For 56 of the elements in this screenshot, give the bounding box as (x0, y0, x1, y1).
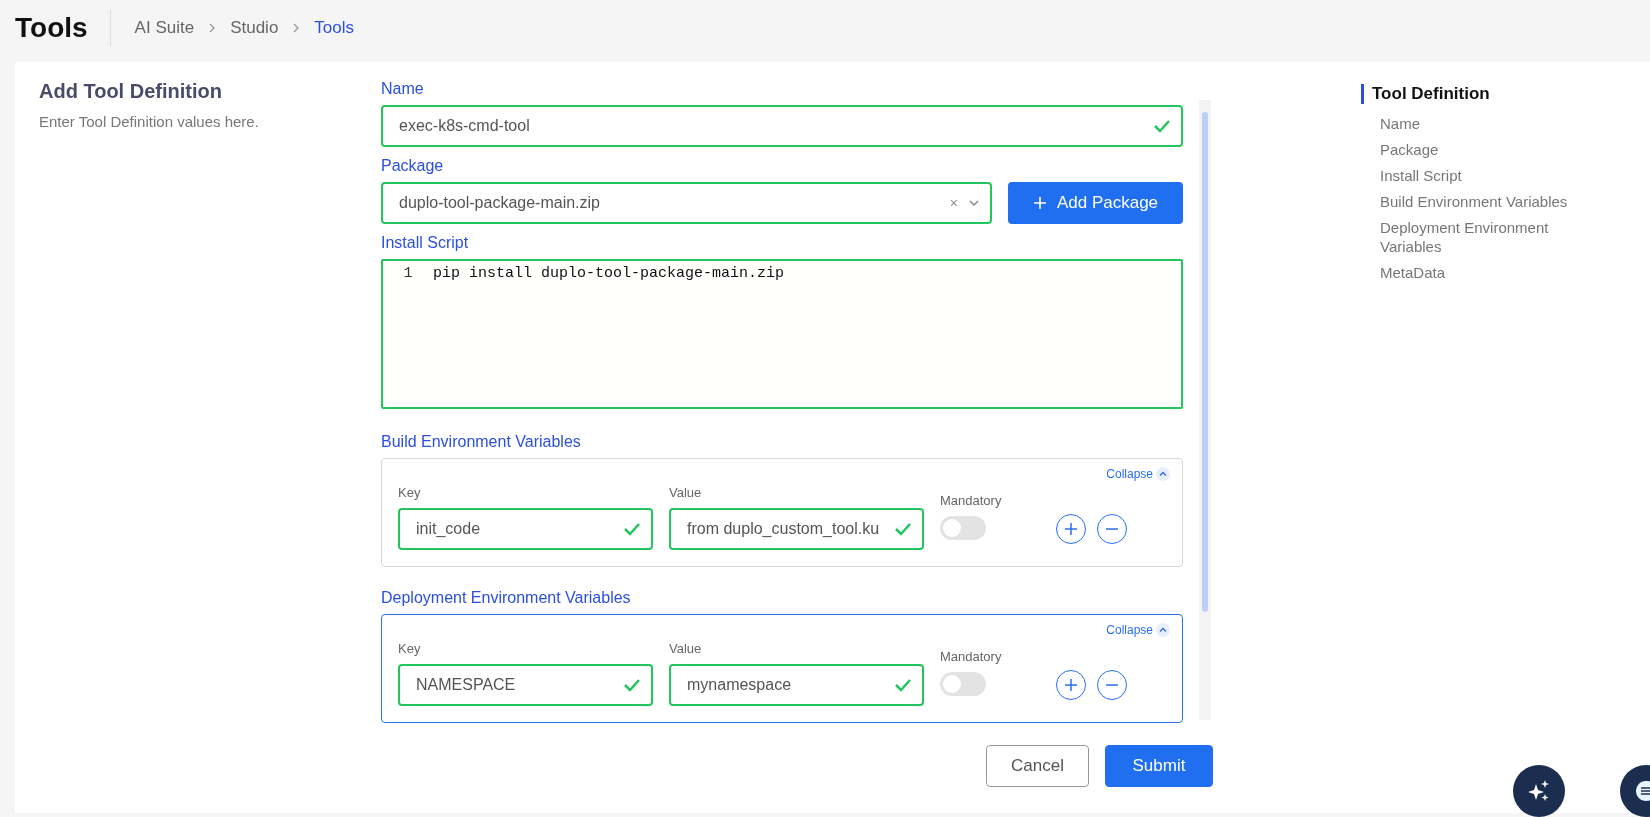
value-input-field[interactable]: from duplo_custom_tool.ku (669, 508, 924, 550)
chevron-right-icon (208, 22, 217, 34)
nav-link[interactable]: Deployment Environment Variables (1361, 218, 1581, 256)
scrollbar[interactable] (1199, 100, 1211, 720)
plus-icon (1032, 196, 1047, 210)
code-editor[interactable]: 1 pip install duplo-tool-package-main.zip (381, 259, 1183, 409)
mandatory-toggle[interactable] (940, 672, 986, 696)
submit-button[interactable]: Submit (1105, 745, 1213, 787)
chevron-up-icon (1156, 467, 1170, 481)
remove-row-button[interactable] (1097, 670, 1127, 700)
page-title: Tools (15, 10, 111, 46)
field-label: Build Environment Variables (381, 433, 582, 451)
minus-icon (1105, 528, 1119, 530)
field-label: Package (381, 157, 445, 175)
field-label: Mandatory (940, 649, 1003, 664)
minus-icon (1105, 684, 1119, 686)
line-number: 1 (402, 265, 414, 282)
chevron-down-icon (968, 199, 980, 207)
chevron-right-icon (292, 22, 301, 34)
field-label: Name (381, 80, 425, 98)
field-label: Value (669, 485, 703, 500)
field-label: Key (398, 485, 422, 500)
add-row-button[interactable] (1056, 514, 1086, 544)
breadcrumb-link[interactable]: Studio (230, 18, 279, 38)
field-label: Key (398, 641, 422, 656)
code-line: pip install duplo-tool-package-main.zip (433, 265, 786, 282)
breadcrumb-link[interactable]: Tools (314, 18, 355, 38)
remove-row-button[interactable] (1097, 514, 1127, 544)
nav-link[interactable]: MetaData (1361, 263, 1581, 282)
collapse-button[interactable]: Collapse (1106, 467, 1170, 481)
field-label: Value (669, 641, 703, 656)
name-input-field[interactable]: exec-k8s-cmd-tool (381, 105, 1183, 147)
breadcrumb-link[interactable]: AI Suite (134, 18, 195, 38)
nav-link[interactable]: Package (1361, 140, 1581, 159)
key-input-field[interactable]: NAMESPACE (398, 664, 653, 706)
key-input-field[interactable]: init_code (398, 508, 653, 550)
nav-title: Tool Definition (1361, 84, 1621, 104)
plus-icon (1064, 522, 1078, 536)
add-package-button[interactable]: Add Package (1008, 182, 1183, 224)
plus-icon (1064, 678, 1078, 692)
field-label: Install Script (381, 234, 470, 252)
clear-icon[interactable]: × (949, 195, 958, 211)
cancel-button[interactable]: Cancel (986, 745, 1089, 787)
field-label: Mandatory (940, 493, 1003, 508)
mandatory-toggle[interactable] (940, 516, 986, 540)
section-title: Add Tool Definition (39, 80, 223, 103)
section-description: Enter Tool Definition values here. (39, 112, 260, 132)
value-input-field[interactable]: mynamespace (669, 664, 924, 706)
add-row-button[interactable] (1056, 670, 1086, 700)
package-select[interactable]: duplo-tool-package-main.zip × (381, 182, 992, 224)
nav-link[interactable]: Install Script (1361, 166, 1581, 185)
collapse-button[interactable]: Collapse (1106, 623, 1170, 637)
nav-link[interactable]: Build Environment Variables (1361, 192, 1581, 211)
chevron-up-icon (1156, 623, 1170, 637)
nav-link[interactable]: Name (1361, 114, 1581, 133)
field-label: Deployment Environment Variables (381, 589, 632, 607)
